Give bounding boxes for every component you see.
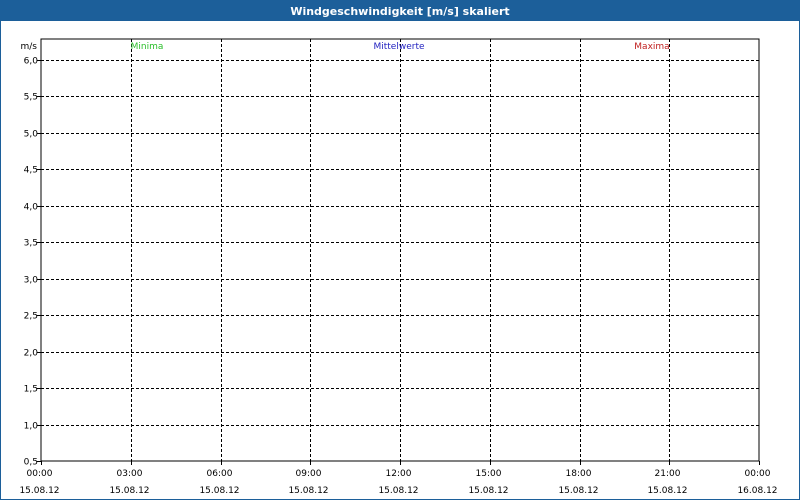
- x-tick-date: 15.08.12: [378, 486, 418, 496]
- x-tick-date: 15.08.12: [109, 486, 149, 496]
- x-tick-date: 15.08.12: [647, 486, 687, 496]
- y-tick-label: 2,5: [24, 312, 38, 322]
- legend-maxima: Maxima: [634, 42, 669, 52]
- legend-mittelwerte: Mittelwerte: [373, 42, 424, 52]
- x-tick-date: 15.08.12: [468, 486, 508, 496]
- x-tick-time: 15:00: [476, 469, 502, 479]
- y-tick-label: 2,0: [24, 349, 39, 359]
- x-tick-time: 12:00: [386, 469, 412, 479]
- x-tick-date: 15.08.12: [19, 486, 59, 496]
- x-tick-date: 15.08.12: [558, 486, 598, 496]
- y-tick-label: 1,5: [24, 385, 38, 395]
- y-tick-label: 4,0: [24, 203, 39, 213]
- x-tick-date: 15.08.12: [288, 486, 328, 496]
- y-tick-label: 6,0: [24, 57, 39, 67]
- chart-window: Windgeschwindigkeit [m/s] skaliert m/s 0,…: [0, 0, 800, 500]
- legend-minima: Minima: [131, 42, 164, 52]
- window-title: Windgeschwindigkeit [m/s] skaliert: [1, 1, 799, 21]
- x-tick-time: 06:00: [207, 469, 233, 479]
- x-tick-time: 09:00: [296, 469, 322, 479]
- y-tick-label: 0,5: [24, 458, 38, 468]
- x-tick-time: 18:00: [566, 469, 592, 479]
- x-tick-time: 21:00: [655, 469, 681, 479]
- x-tick-time: 00:00: [27, 469, 53, 479]
- y-tick-label: 4,5: [24, 166, 38, 176]
- y-tick-label: 5,0: [24, 130, 39, 140]
- x-tick-date: 16.08.12: [737, 486, 777, 496]
- chart-plot: m/s 0,5 1,0 1,5 2,0 2,5 3,0 3,5 4,0 4,5 5,0 5,5 6,0 0…: [19, 38, 778, 496]
- y-axis-label: m/s: [21, 42, 38, 52]
- x-tick-time: 00:00: [745, 469, 771, 479]
- x-tick-time: 03:00: [117, 469, 143, 479]
- y-tick-label: 3,0: [24, 276, 39, 286]
- x-tick-date: 15.08.12: [199, 486, 239, 496]
- y-tick-label: 5,5: [24, 93, 38, 103]
- y-tick-label: 1,0: [24, 422, 39, 432]
- y-tick-label: 3,5: [24, 239, 38, 249]
